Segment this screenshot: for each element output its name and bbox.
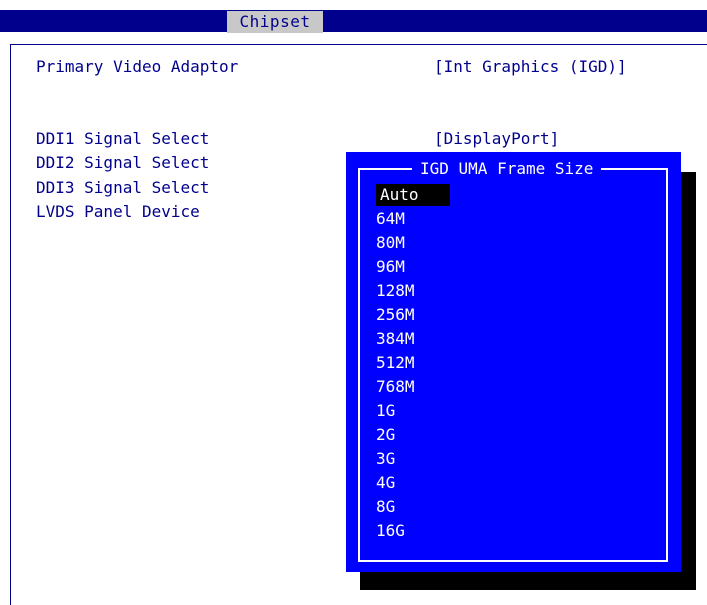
popup-option-512m[interactable]: 512M xyxy=(376,352,415,374)
setting-igd-uma-frame-size-label[interactable]: IGD UMA Frame Size xyxy=(36,81,209,103)
popup-option-80m[interactable]: 80M xyxy=(376,232,405,254)
popup-option-4g[interactable]: 4G xyxy=(376,472,395,494)
popup-option-16g[interactable]: 16G xyxy=(376,520,405,542)
popup-option-64m[interactable]: 64M xyxy=(376,208,405,230)
top-menu-bar xyxy=(0,10,707,32)
setting-ddi3-signal-select-label[interactable]: DDI3 Signal Select xyxy=(36,177,209,199)
setting-primary-video-adaptor-value[interactable]: [Int Graphics (IGD)] xyxy=(434,56,627,78)
frame-size-popup: IGD UMA Frame Size Auto 64M 80M 96M 128M… xyxy=(346,152,681,572)
setting-ddi1-signal-select-value[interactable]: [DisplayPort] xyxy=(434,128,559,150)
setting-igd-uma-frame-size-value[interactable]: [Auto] xyxy=(434,81,492,103)
popup-option-768m[interactable]: 768M xyxy=(376,376,415,398)
popup-option-1g[interactable]: 1G xyxy=(376,400,395,422)
setting-ddi2-signal-select-label[interactable]: DDI2 Signal Select xyxy=(36,152,209,174)
popup-option-256m[interactable]: 256M xyxy=(376,304,415,326)
tab-chipset[interactable]: Chipset xyxy=(227,11,323,33)
setting-ddi1-signal-select-label[interactable]: DDI1 Signal Select xyxy=(36,128,209,150)
popup-option-384m[interactable]: 384M xyxy=(376,328,415,350)
popup-title: IGD UMA Frame Size xyxy=(412,158,602,180)
popup-option-8g[interactable]: 8G xyxy=(376,496,395,518)
popup-option-128m[interactable]: 128M xyxy=(376,280,415,302)
popup-option-2g[interactable]: 2G xyxy=(376,424,395,446)
popup-option-auto[interactable]: Auto xyxy=(376,184,450,206)
setting-primary-video-adaptor-label[interactable]: Primary Video Adaptor xyxy=(36,56,238,78)
setting-lvds-panel-device-label[interactable]: LVDS Panel Device xyxy=(36,201,200,223)
popup-option-96m[interactable]: 96M xyxy=(376,256,405,278)
popup-option-3g[interactable]: 3G xyxy=(376,448,395,470)
